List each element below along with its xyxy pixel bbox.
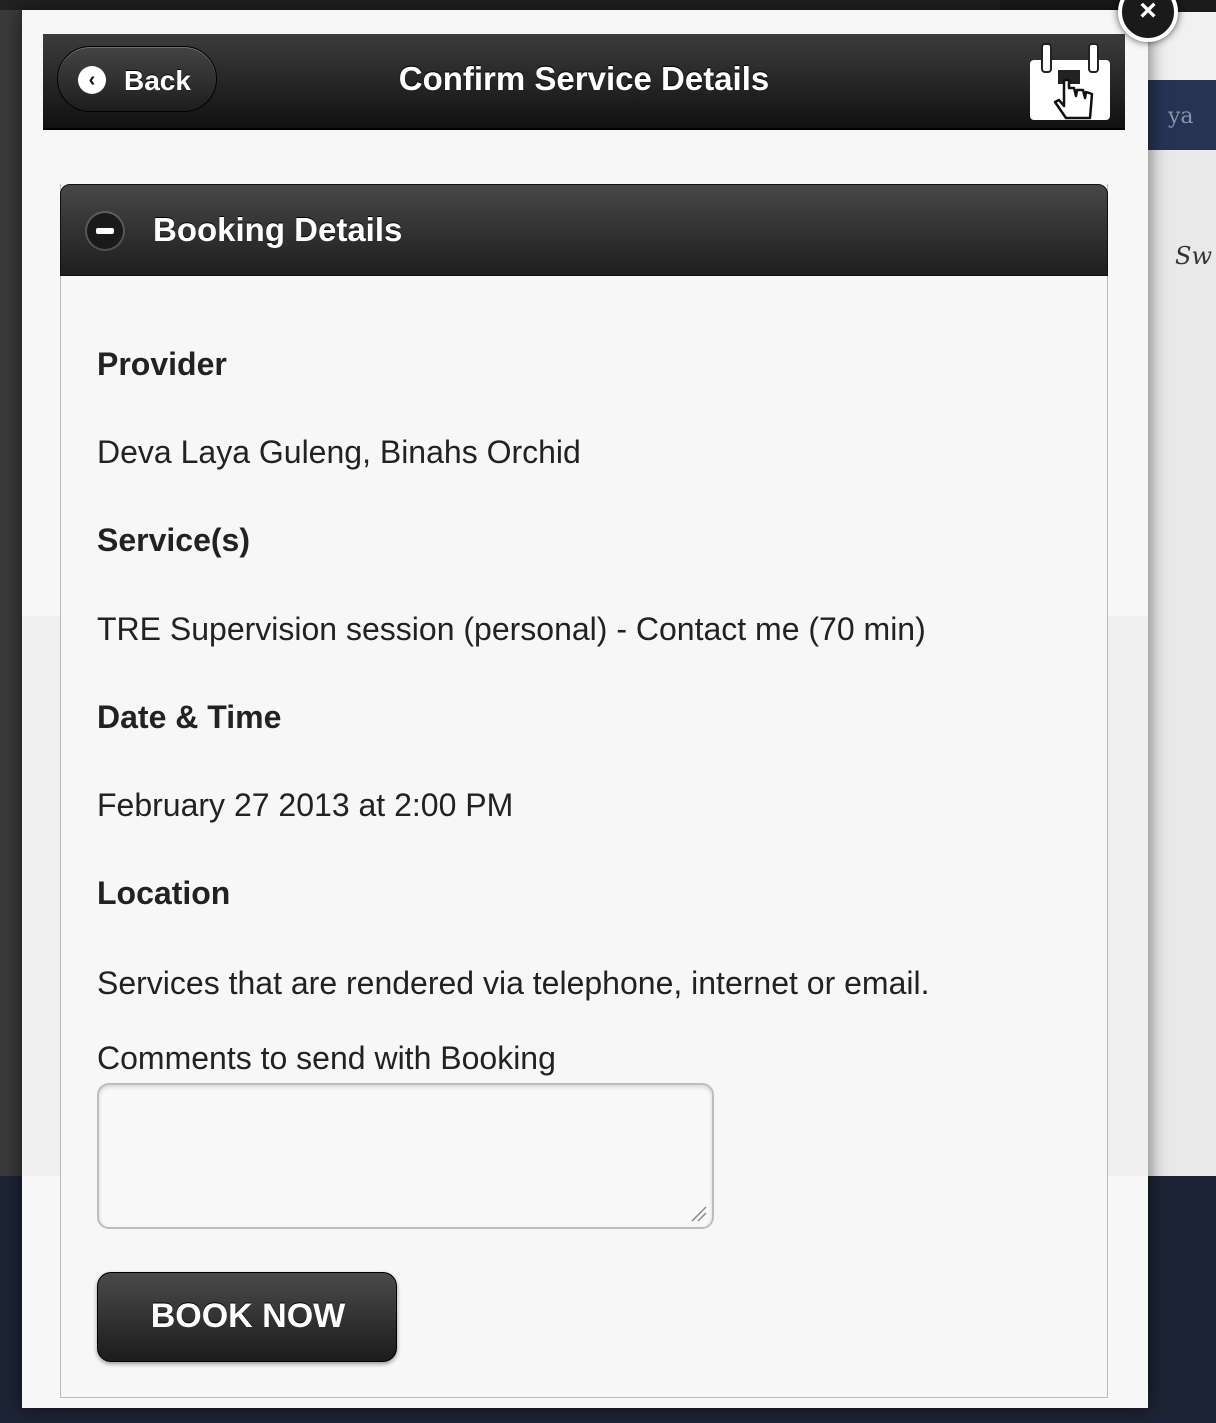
datetime-value: February 27 2013 at 2:00 PM: [97, 787, 514, 823]
provider-label: Provider: [97, 346, 227, 382]
provider-value: Deva Laya Guleng, Binahs Orchid: [97, 434, 581, 470]
service-value: TRE Supervision session (personal) - Con…: [97, 611, 926, 647]
book-now-label: BOOK NOW: [150, 1297, 346, 1335]
comments-textarea[interactable]: [97, 1083, 714, 1229]
background-sidebar: [1150, 150, 1216, 1180]
location-value: Services that are rendered via telephone…: [97, 965, 930, 1001]
booking-details-toggle[interactable]: Booking Details: [60, 184, 1108, 276]
background-sidebar-text: Sw: [1175, 242, 1212, 270]
minus-icon: [87, 213, 123, 249]
section-title: Booking Details: [153, 211, 403, 248]
calendar-hand-icon: [1030, 43, 1110, 120]
background-nav-text: ya: [1168, 104, 1194, 129]
comments-label: Comments to send with Booking: [97, 1040, 556, 1076]
page-title: Confirm Service Details: [398, 60, 770, 97]
modal-header: ‹ Back Confirm Service Details: [43, 34, 1125, 130]
resize-grip-icon[interactable]: [690, 1205, 708, 1223]
datetime-label: Date & Time: [97, 699, 282, 735]
location-label: Location: [97, 875, 231, 911]
service-label: Service(s): [97, 522, 250, 558]
background-left-edge: [0, 0, 22, 1176]
book-now-button[interactable]: BOOK NOW: [97, 1272, 397, 1362]
